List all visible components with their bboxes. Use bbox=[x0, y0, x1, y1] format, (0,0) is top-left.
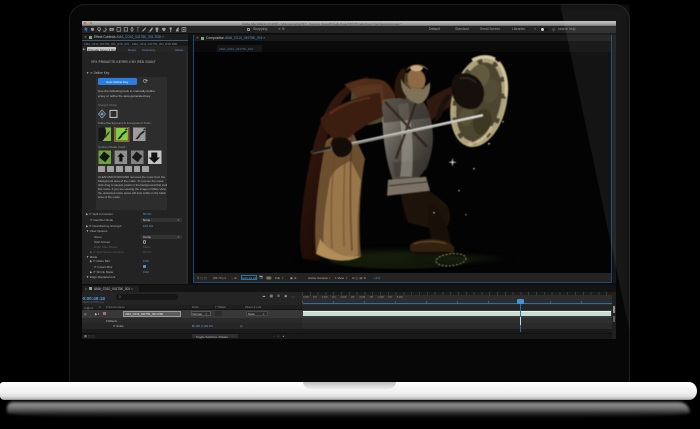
svg-text:T: T bbox=[136, 28, 139, 33]
